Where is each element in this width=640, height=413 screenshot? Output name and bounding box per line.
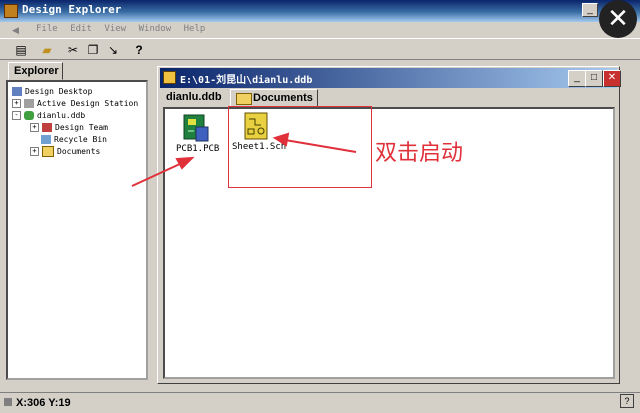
- arrow-to-pcb: [131, 162, 183, 187]
- status-coordinates: X:306 Y:19: [16, 397, 71, 409]
- status-indicator-icon: [4, 398, 12, 406]
- annotation-arrows: [131, 132, 357, 187]
- arrow-head-pcb: [175, 156, 195, 170]
- annotation-text: 双击启动: [375, 141, 464, 166]
- arrow-to-sch: [284, 139, 357, 153]
- status-bar: [0, 392, 640, 413]
- arrow-head-sch: [272, 132, 290, 147]
- status-help-button[interactable]: ?: [620, 394, 634, 408]
